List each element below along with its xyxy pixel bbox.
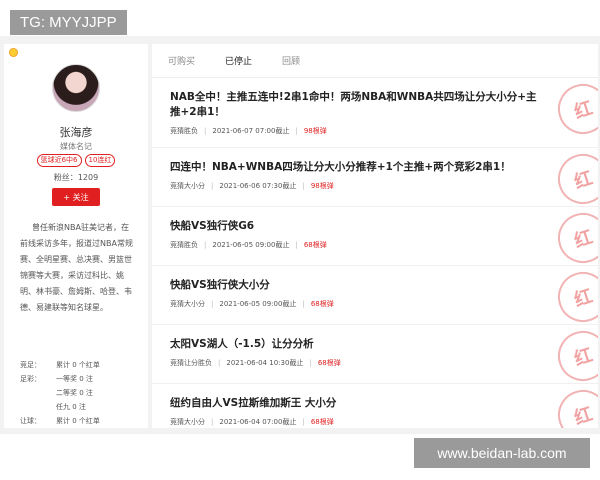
- item-deadline: 2021-06-06 07:30截止: [219, 182, 297, 190]
- profile-bio: 曾任新浪NBA驻美记者，在前线采访多年，报道过NBA常规赛、全明星赛、总决赛、男…: [20, 223, 133, 312]
- profile-role: 媒体名记: [60, 142, 92, 151]
- stat-value: 任九 0 注: [56, 403, 86, 411]
- stat-value: 累计 0 个红单: [56, 361, 100, 369]
- list-item[interactable]: 快船VS独行侠G6 竞猜胜负 | 2021-06-05 09:00截止 | 68根弹…: [152, 206, 598, 270]
- item-title[interactable]: 快船VS独行侠G6: [170, 219, 538, 234]
- avatar[interactable]: [52, 64, 100, 112]
- stat-label: 足彩：: [20, 375, 41, 383]
- item-deadline: 2021-06-04 07:00截止: [219, 418, 297, 426]
- hit-stamp: 红: [551, 265, 598, 329]
- item-meta: 竞猜大小分 | 2021-06-04 07:00截止 | 68根弹: [170, 418, 334, 426]
- item-title[interactable]: 纽约自由人VS拉斯维加斯王 大小分: [170, 396, 538, 411]
- tab-review[interactable]: 回顾: [282, 54, 300, 67]
- follow-button[interactable]: + 关注: [52, 188, 100, 206]
- item-price: 98根弹: [310, 182, 334, 190]
- item-deadline: 2021-06-04 10:30截止: [226, 359, 304, 367]
- tab-stopped[interactable]: 已停止: [225, 54, 252, 67]
- badge-red: 10连红: [84, 154, 116, 167]
- item-deadline: 2021-06-07 07:00截止: [212, 127, 290, 135]
- tab-bar: 可购买 已停止 回顾: [152, 44, 598, 78]
- item-price: 68根弹: [310, 300, 334, 308]
- item-category: 竞猜胜负: [170, 127, 198, 135]
- item-meta: 竞猜让分胜负 | 2021-06-04 10:30截止 | 68根弹: [170, 359, 341, 367]
- hit-stamp: 红: [551, 383, 598, 428]
- item-deadline: 2021-06-05 09:00截止: [212, 241, 290, 249]
- stat-label: 竞足：: [20, 361, 41, 369]
- profile-sidebar: 张海彦 媒体名记 篮球近6中6 10连红 粉丝：1209 + 关注 曾任新浪NB…: [4, 44, 148, 428]
- profile-badges: 篮球近6中6 10连红: [4, 154, 148, 167]
- stat-value: 二等奖 0 注: [56, 389, 93, 397]
- badge-streak: 篮球近6中6: [36, 154, 82, 167]
- item-price: 68根弹: [310, 418, 334, 426]
- hit-stamp: 红: [551, 206, 598, 270]
- item-category: 竞猜大小分: [170, 418, 205, 426]
- item-price: 98根弹: [303, 127, 327, 135]
- item-price: 68根弹: [317, 359, 341, 367]
- page-frame: 张海彦 媒体名记 篮球近6中6 10连红 粉丝：1209 + 关注 曾任新浪NB…: [0, 36, 600, 434]
- hit-stamp: 红: [551, 324, 598, 388]
- item-title[interactable]: 太阳VS湖人（-1.5）让分分析: [170, 337, 538, 352]
- stat-row: 让球： 累计 0 个红单: [20, 414, 144, 428]
- list-item[interactable]: 快船VS独行侠大小分 竞猜大小分 | 2021-06-05 09:00截止 | 68…: [152, 265, 598, 329]
- item-meta: 竞猜大小分 | 2021-06-06 07:30截止 | 98根弹: [170, 182, 334, 190]
- list-item[interactable]: 太阳VS湖人（-1.5）让分分析 竞猜让分胜负 | 2021-06-04 10:3…: [152, 324, 598, 388]
- stat-row: 竞足： 累计 0 个红单: [20, 358, 144, 372]
- stat-row: 二等奖 0 注: [20, 386, 144, 400]
- item-title[interactable]: 四连中！NBA+WNBA四场让分大小分推荐+1个主推+两个竞彩2串1！: [170, 160, 538, 175]
- stat-value: 累计 0 个红单: [56, 417, 100, 425]
- item-meta: 竞猜胜负 | 2021-06-05 09:00截止 | 68根弹: [170, 241, 327, 249]
- recommendation-list: NAB全中！主推五连中!2串1命中！两场NBA和WNBA共四场让分大小分+主推+…: [152, 77, 598, 428]
- list-item[interactable]: NAB全中！主推五连中!2串1命中！两场NBA和WNBA共四场让分大小分+主推+…: [152, 77, 598, 148]
- item-category: 竞猜让分胜负: [170, 359, 212, 367]
- stat-label: 让球：: [20, 417, 41, 425]
- fans-count: 粉丝：1209: [4, 172, 148, 183]
- item-meta: 竞猜大小分 | 2021-06-05 09:00截止 | 68根弹: [170, 300, 334, 308]
- item-category: 竞猜大小分: [170, 300, 205, 308]
- item-title[interactable]: NAB全中！主推五连中!2串1命中！两场NBA和WNBA共四场让分大小分+主推+…: [170, 90, 538, 120]
- fans-value: 1209: [77, 173, 99, 182]
- list-item[interactable]: 纽约自由人VS拉斯维加斯王 大小分 竞猜大小分 | 2021-06-04 07:0…: [152, 383, 598, 428]
- profile-name: 张海彦: [59, 126, 93, 139]
- fans-label: 粉丝：: [53, 173, 78, 182]
- item-price: 68根弹: [303, 241, 327, 249]
- stat-row: 任九 0 注: [20, 400, 144, 414]
- hit-stamp: 红: [551, 77, 598, 141]
- watermark-top-left: TG: MYYJJPP: [10, 10, 127, 35]
- item-deadline: 2021-06-05 09:00截止: [219, 300, 297, 308]
- sun-icon: [9, 48, 18, 57]
- stats-block: 竞足： 累计 0 个红单 足彩： 一等奖 0 注 二等奖 0 注 任九 0 注 让球…: [20, 358, 144, 428]
- item-title[interactable]: 快船VS独行侠大小分: [170, 278, 538, 293]
- main-panel: 可购买 已停止 回顾 NAB全中！主推五连中!2串1命中！两场NBA和WNBA共…: [152, 44, 598, 428]
- item-category: 竞猜大小分: [170, 182, 205, 190]
- stat-value: 一等奖 0 注: [56, 375, 93, 383]
- item-meta: 竞猜胜负 | 2021-06-07 07:00截止 | 98根弹: [170, 127, 327, 135]
- watermark-bottom-right: www.beidan-lab.com: [414, 438, 590, 468]
- tab-purchasable[interactable]: 可购买: [168, 54, 195, 67]
- list-item[interactable]: 四连中！NBA+WNBA四场让分大小分推荐+1个主推+两个竞彩2串1！ 竞猜大小…: [152, 147, 598, 211]
- stat-row: 足彩： 一等奖 0 注: [20, 372, 144, 386]
- hit-stamp: 红: [551, 147, 598, 211]
- item-category: 竞猜胜负: [170, 241, 198, 249]
